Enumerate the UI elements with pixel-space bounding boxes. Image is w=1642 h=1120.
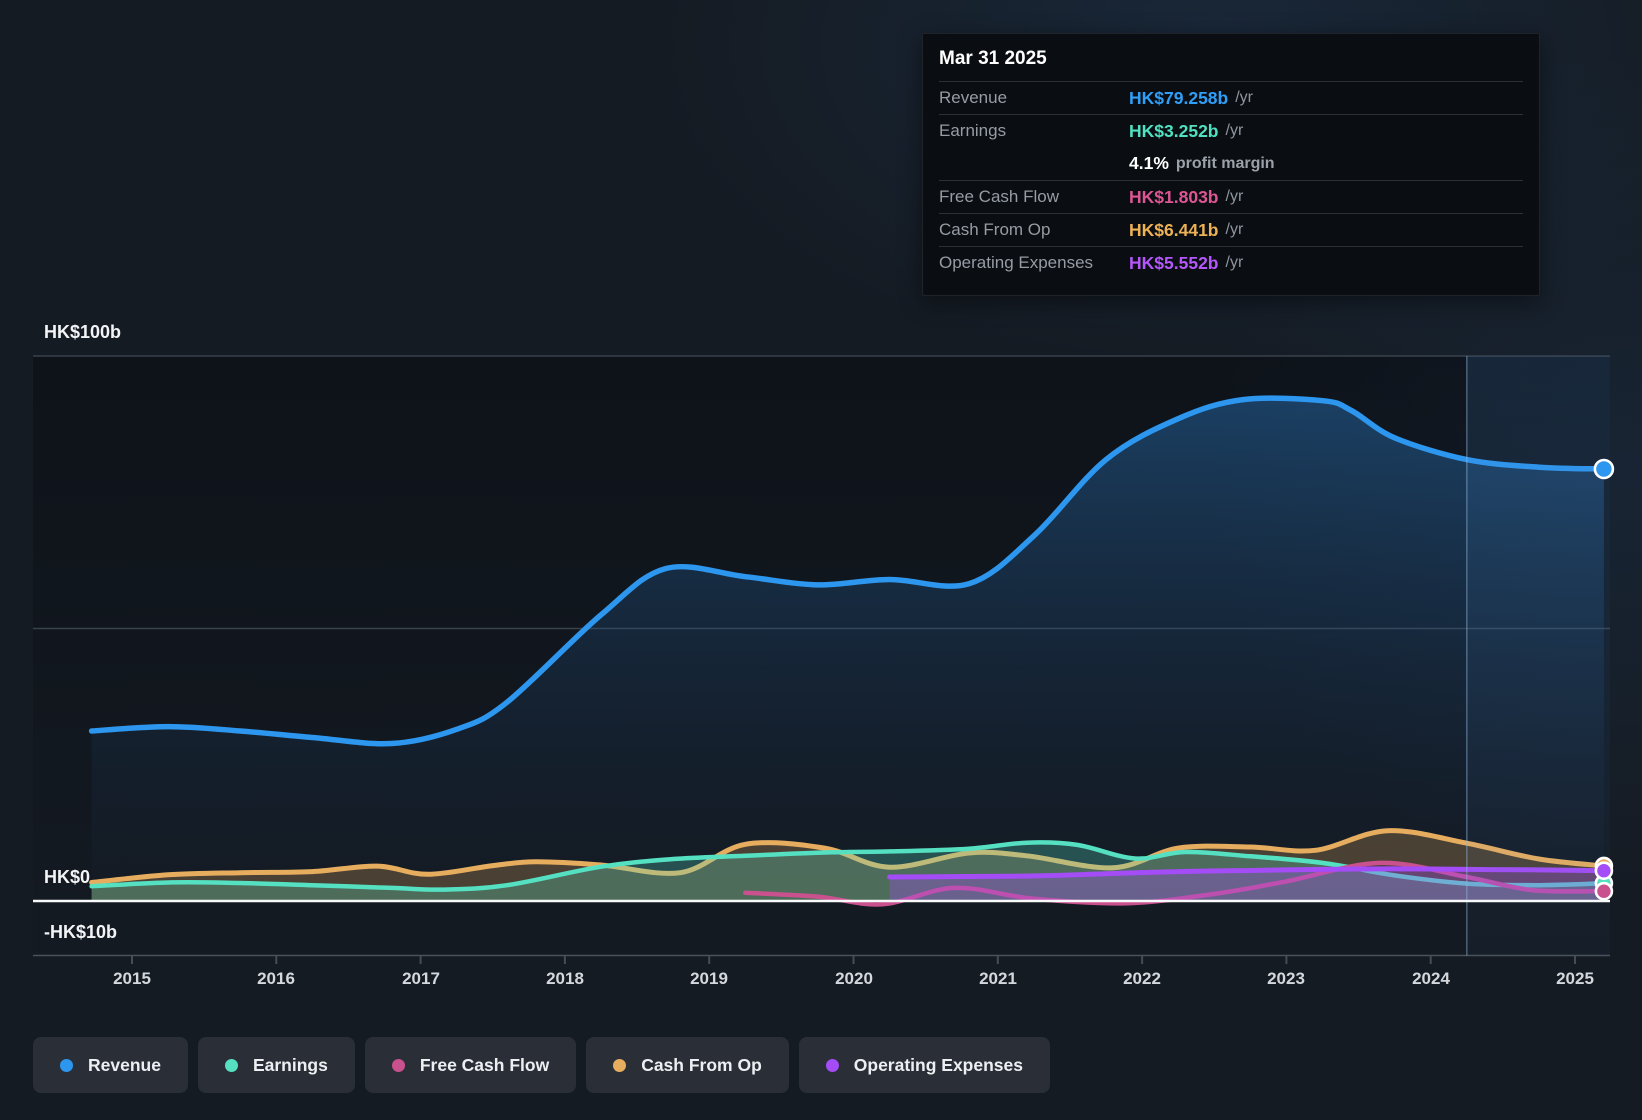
x-axis-label-2020: 2020 [835, 969, 873, 988]
tooltip-value-revenue: HK$79.258b [1129, 87, 1229, 108]
tooltip-row-free-cash-flow: Free Cash Flow HK$1.803b/yr [939, 180, 1523, 213]
tooltip-suffix-free-cash-flow: /yr [1225, 188, 1244, 205]
tooltip-suffix-profit-margin: profit margin [1175, 154, 1275, 172]
tooltip-date: Mar 31 2025 [939, 48, 1047, 69]
x-axis-label-2018: 2018 [546, 969, 584, 988]
free-cash-flow-legend-dot-icon [391, 1058, 405, 1072]
tooltip-value-operating-expenses: HK$5.552b [1129, 252, 1219, 273]
legend-item-operating-expenses[interactable]: Operating Expenses [798, 1037, 1050, 1093]
legend-label-revenue: Revenue [88, 1054, 161, 1075]
y-axis-label-neg10: -HK$10b [44, 922, 118, 942]
legend-label-free-cash-flow: Free Cash Flow [419, 1054, 550, 1075]
y-axis-label-0: HK$0 [44, 867, 91, 887]
x-axis-label-2016: 2016 [257, 969, 295, 988]
tooltip-rows: Revenue HK$79.258b/yr Earnings HK$3.252b/yr… [939, 81, 1523, 279]
x-axis-label-2024: 2024 [1412, 969, 1450, 988]
tooltip-row-earnings: Earnings HK$3.252b/yr [939, 114, 1523, 147]
x-axis-label-2019: 2019 [690, 969, 728, 988]
legend-item-earnings[interactable]: Earnings [197, 1037, 355, 1093]
y-axis-label-100: HK$100b [44, 322, 122, 342]
x-axis-label-2022: 2022 [1123, 969, 1161, 988]
chart-stage: HK$100b HK$0 -HK$10b 2015 2016 2017 2018 2019 2… [0, 0, 1642, 1120]
tooltip-row-operating-expenses: Operating Expenses HK$5.552b/yr [939, 246, 1523, 279]
earnings-legend-dot-icon [224, 1058, 238, 1072]
tooltip-value-free-cash-flow: HK$1.803b [1129, 186, 1219, 207]
tooltip-suffix-cash-from-op: /yr [1225, 221, 1244, 238]
operating-expenses-legend-dot-icon [825, 1058, 839, 1072]
tooltip-value-profit-margin: 4.1% [1129, 153, 1169, 173]
tooltip-label-earnings: Earnings [939, 121, 1007, 140]
x-axis-label-2023: 2023 [1267, 969, 1305, 988]
tooltip-suffix-earnings: /yr [1225, 122, 1244, 139]
cash-from-op-legend-dot-icon [613, 1058, 627, 1072]
legend-item-free-cash-flow[interactable]: Free Cash Flow [364, 1037, 577, 1093]
x-axis-label-2015: 2015 [113, 969, 151, 988]
tooltip-value-earnings: HK$3.252b [1129, 120, 1219, 141]
x-axis-label-2025: 2025 [1556, 969, 1594, 988]
legend-item-revenue[interactable]: Revenue [33, 1037, 188, 1093]
tooltip-label-operating-expenses: Operating Expenses [939, 253, 1094, 272]
legend-label-cash-from-op: Cash From Op [641, 1054, 762, 1075]
chart-legend: Revenue Earnings Free Cash Flow Cash From O… [33, 1037, 1050, 1093]
tooltip-suffix-operating-expenses: /yr [1225, 254, 1244, 271]
legend-item-cash-from-op[interactable]: Cash From Op [586, 1037, 789, 1093]
x-axis-label-2017: 2017 [402, 969, 440, 988]
plot-hover-area[interactable] [33, 356, 1610, 956]
tooltip-value-cash-from-op: HK$6.441b [1129, 219, 1219, 240]
tooltip-row-profit-margin: 4.1% profit margin [939, 147, 1523, 180]
tooltip-suffix-revenue: /yr [1235, 89, 1254, 106]
tooltip-label-free-cash-flow: Free Cash Flow [939, 187, 1059, 206]
tooltip-label-revenue: Revenue [939, 88, 1008, 107]
legend-label-earnings: Earnings [252, 1054, 328, 1075]
tooltip-label-cash-from-op: Cash From Op [939, 220, 1051, 239]
chart-tooltip: Mar 31 2025 Revenue HK$79.258b/yr Earnings… [922, 33, 1540, 296]
tooltip-row-revenue: Revenue HK$79.258b/yr [939, 81, 1523, 114]
x-axis-label-2021: 2021 [979, 969, 1017, 988]
revenue-legend-dot-icon [60, 1058, 73, 1072]
legend-label-operating-expenses: Operating Expenses [853, 1054, 1023, 1075]
tooltip-row-cash-from-op: Cash From Op HK$6.441b/yr [939, 213, 1523, 246]
